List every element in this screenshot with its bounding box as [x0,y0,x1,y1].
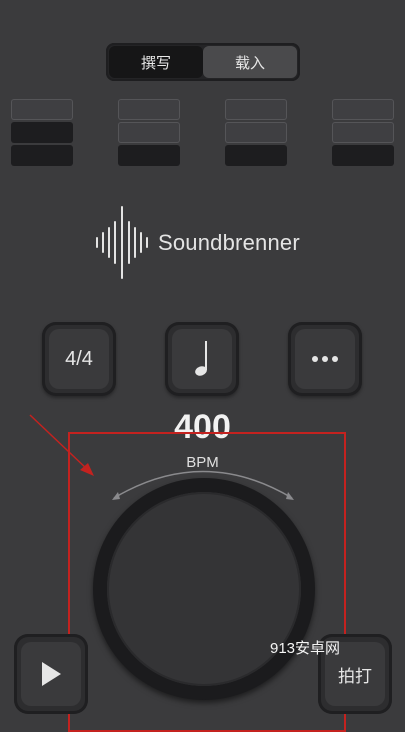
play-icon [42,662,61,686]
annotation-arrow-icon [29,414,94,476]
play-button[interactable] [14,634,88,714]
watermark: 913安卓网 [270,640,341,657]
